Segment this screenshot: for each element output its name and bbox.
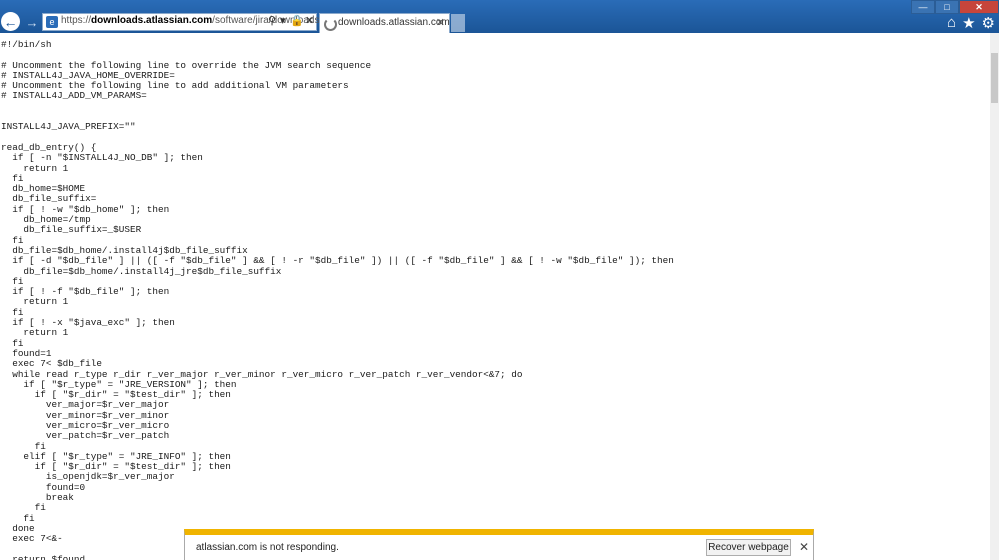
home-icon[interactable]: ⌂ <box>947 14 956 32</box>
new-tab-button[interactable] <box>451 14 465 32</box>
window-close-button[interactable]: ✕ <box>959 0 999 14</box>
back-button[interactable]: ← <box>1 12 20 31</box>
browser-chrome: ← → e https://downloads.atlassian.com/so… <box>0 0 999 33</box>
page-content: #!/bin/sh # Uncomment the following line… <box>0 33 990 560</box>
recover-webpage-button[interactable]: Recover webpage <box>706 539 791 556</box>
back-icon: ← <box>3 13 18 30</box>
minimize-button[interactable]: — <box>911 0 935 14</box>
favorites-icon[interactable]: ★ <box>962 14 975 32</box>
gear-icon[interactable]: ⚙ <box>982 14 995 32</box>
tab-title: downloads.atlassian.com <box>338 17 450 28</box>
notification-message: atlassian.com is not responding. <box>196 542 339 553</box>
close-icon[interactable]: ✕ <box>305 14 314 27</box>
notification-bar: atlassian.com is not responding. Recover… <box>184 529 814 560</box>
forward-icon: → <box>25 14 39 30</box>
window-controls: — □ ✕ <box>911 0 999 14</box>
scrollbar-thumb[interactable] <box>991 53 998 103</box>
maximize-button[interactable]: □ <box>935 0 959 14</box>
loading-spinner-icon <box>324 18 337 31</box>
forward-button[interactable]: → <box>24 14 40 30</box>
site-favicon-icon: e <box>46 16 58 28</box>
address-bar[interactable]: e https://downloads.atlassian.com/softwa… <box>42 13 322 31</box>
toolbar-icons: ⌂ ★ ⚙ <box>947 14 995 32</box>
search-icon[interactable]: ⚲ <box>268 14 276 27</box>
lock-icon[interactable]: 🔒 <box>290 14 304 27</box>
tab-close-icon[interactable]: ✕ <box>436 16 445 29</box>
vertical-scrollbar[interactable] <box>990 33 999 560</box>
tab-downloads[interactable]: downloads.atlassian.com ✕ <box>319 13 450 33</box>
script-text: #!/bin/sh # Uncomment the following line… <box>1 39 674 560</box>
dropdown-chevron-icon[interactable]: ▾ <box>280 14 286 27</box>
notification-close-icon[interactable]: ✕ <box>799 540 809 554</box>
